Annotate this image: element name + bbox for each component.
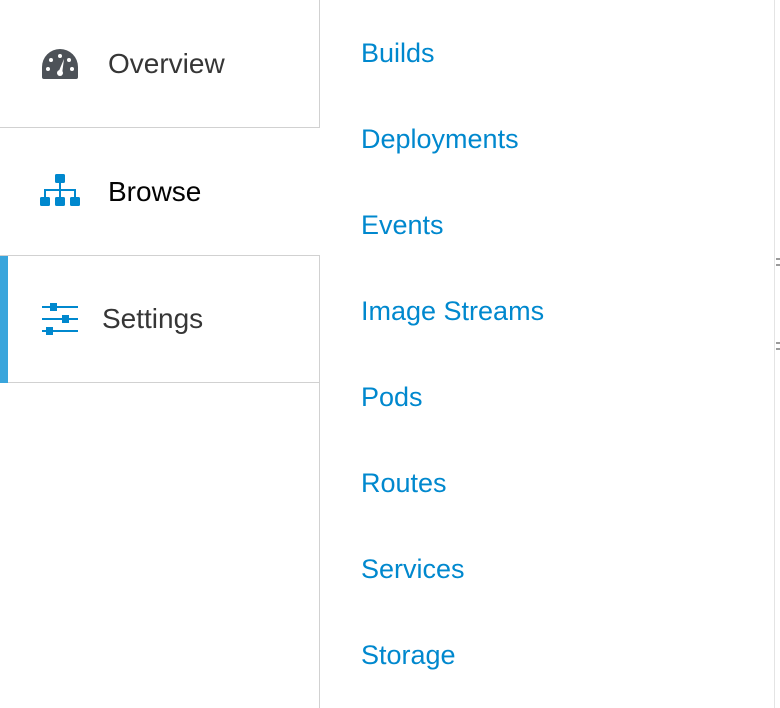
nav-item-settings[interactable]: Settings [0, 255, 319, 383]
sliders-icon [40, 299, 80, 339]
nav-item-label: Settings [102, 303, 204, 334]
clipped-edge-mark [776, 342, 780, 344]
dashboard-gauge-icon [40, 44, 80, 84]
link-events[interactable]: Events [361, 212, 444, 239]
link-builds[interactable]: Builds [361, 40, 435, 67]
nav-item-browse[interactable]: Browse [0, 128, 320, 255]
link-routes[interactable]: Routes [361, 470, 447, 497]
clipped-edge-mark [776, 264, 780, 266]
clipped-edge-mark [776, 348, 780, 350]
app-frame: Overview Browse Settings Builds Deployme… [0, 0, 780, 708]
secondary-nav: Builds Deployments Events Image Streams … [321, 0, 773, 708]
sitemap-icon [40, 172, 80, 212]
link-image-streams[interactable]: Image Streams [361, 298, 544, 325]
primary-nav: Overview Browse Settings [0, 0, 320, 708]
link-storage[interactable]: Storage [361, 642, 456, 669]
nav-item-label: Browse [108, 175, 202, 207]
active-indicator [0, 256, 8, 383]
link-services[interactable]: Services [361, 556, 465, 583]
link-deployments[interactable]: Deployments [361, 126, 519, 153]
clipped-content-edge [774, 0, 780, 708]
clipped-edge-mark [776, 258, 780, 260]
nav-item-overview[interactable]: Overview [0, 0, 319, 128]
link-pods[interactable]: Pods [361, 384, 423, 411]
nav-item-label: Overview [108, 47, 225, 79]
